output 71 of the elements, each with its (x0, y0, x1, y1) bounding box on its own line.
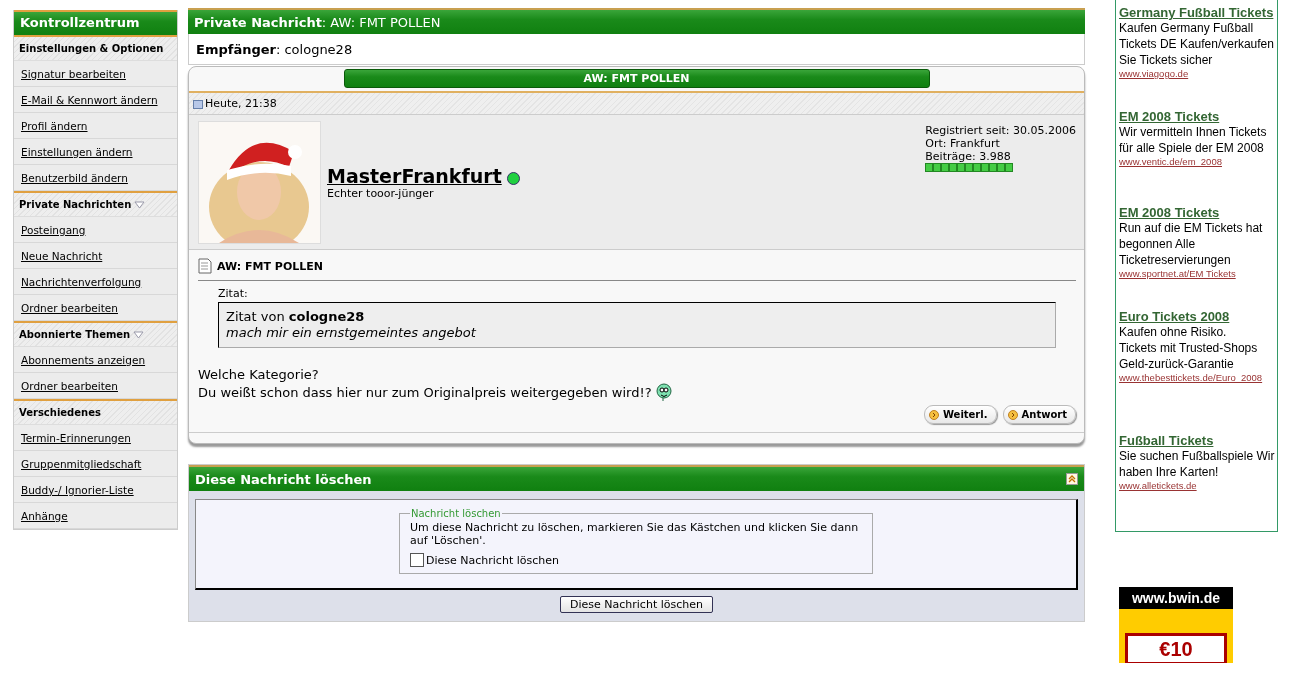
post-action-button[interactable]: Weiterl. (923, 405, 997, 424)
post-icon (193, 98, 203, 109)
ad-url-link[interactable]: www.viagogo.de (1119, 68, 1277, 79)
sidebar-group-title: Einstellungen & Optionen (19, 43, 164, 54)
ad-text: Kaufen ohne Risiko. (1119, 324, 1228, 340)
sidebar-link[interactable]: Gruppenmitgliedschaft (14, 451, 177, 477)
sidebar-title: Kontrollzentrum (14, 10, 177, 37)
message-title: AW: FMT POLLEN (343, 69, 930, 88)
sidebar-link[interactable]: Einstellungen ändern (14, 139, 177, 165)
sidebar-link[interactable]: Ordner bearbeiten (14, 373, 177, 399)
sidebar-link[interactable]: Anhänge (14, 503, 177, 529)
ad-url-link[interactable]: www.ventic.de/em_2008 (1119, 156, 1277, 167)
checkbox[interactable] (410, 553, 424, 567)
quote-text: mach mir ein ernstgemeintes angebot (226, 325, 477, 341)
user-title: Echter tooor-jünger (327, 187, 435, 200)
smiley-icon (655, 383, 672, 401)
sidebar-link[interactable]: Termin-Erinnerungen (14, 425, 177, 451)
reputation-icon (925, 163, 1014, 172)
triangle-down-icon[interactable] (134, 200, 146, 209)
recipient-text: Empfänger: cologne28 (188, 34, 1085, 65)
quote-label: Zitat: (218, 287, 249, 300)
sidebar-link[interactable]: Signatur bearbeiten (14, 61, 177, 87)
arrow-circle-icon (1007, 409, 1018, 420)
sidebar-link[interactable]: Abonnements anzeigen (14, 347, 177, 373)
instruction-text: Um diese Nachricht zu löschen, markieren Sie das Kästchen und klicken Sie dann auf 'Löschen'. (410, 521, 860, 547)
sidebar-link[interactable]: Neue Nachricht (14, 243, 177, 269)
ad-text: Sie suchen Fußballspiele Wir haben Ihre Karten! (1119, 448, 1276, 480)
ad-text: Wir vermitteln Ihnen Tickets für alle Spiele der EM 2008 (1119, 124, 1268, 156)
panel-title: Diese Nachricht löschen (195, 471, 372, 487)
arrow-circle-icon (928, 409, 939, 420)
fieldset-legend: Nachricht löschen (410, 508, 502, 519)
ad-title-link[interactable]: Fußball Tickets (1119, 433, 1277, 448)
message-text: Welche Kategorie? (198, 366, 319, 383)
document-icon (198, 258, 212, 274)
delete-button[interactable]: Diese Nachricht löschen (560, 596, 713, 613)
ad-url-link[interactable]: www.alletickets.de (1119, 480, 1277, 491)
sidebar-link[interactable]: E-Mail & Kennwort ändern (14, 87, 177, 113)
ad-title-link[interactable]: EM 2008 Tickets (1119, 205, 1277, 220)
banner-amount: €10 (1125, 633, 1227, 663)
sidebar-link[interactable]: Posteingang (14, 217, 177, 243)
quote-author: Zitat von cologne28 (226, 309, 366, 325)
ad-text: Kaufen Germany Fußball Tickets DE Kaufen/verkaufen Sie Tickets sicher (1119, 20, 1275, 68)
ad-url-link[interactable]: www.thebesttickets.de/Euro_2008 (1119, 372, 1277, 383)
message-text: Du weißt schon dass hier nur zum Originalpreis weitergegeben wird!? (198, 383, 652, 401)
sidebar-link[interactable]: Profil ändern (14, 113, 177, 139)
sidebar-link[interactable]: Nachrichtenverfolgung (14, 269, 177, 295)
message-subject: AW: FMT POLLEN (217, 259, 323, 273)
banner-site: www.bwin.de (1119, 587, 1233, 609)
post-date: Heute, 21:38 (205, 97, 277, 110)
user-info-text: Beiträge: 3.988 (925, 150, 1011, 163)
sidebar-group-title: Abonnierte Themen (19, 329, 131, 340)
ad-title-link[interactable]: Germany Fußball Tickets (1119, 5, 1277, 20)
user-info-text: Registriert seit: 30.05.2006 (925, 124, 1076, 137)
sidebar-link[interactable]: Benutzerbild ändern (14, 165, 177, 191)
sidebar-group-title: Verschiedenes (19, 407, 101, 418)
ad-title-link[interactable]: Euro Tickets 2008 (1119, 309, 1277, 324)
sidebar-group-title: Private Nachrichten (19, 199, 132, 210)
username-link[interactable]: MasterFrankfurt (327, 165, 502, 187)
banner-ad[interactable]: www.bwin.de €10 (1119, 587, 1233, 663)
collapse-icon[interactable] (1066, 473, 1078, 485)
checkbox-label: Diese Nachricht löschen (426, 553, 559, 567)
post-action-button[interactable]: Antwort (1002, 405, 1076, 424)
ad-text: Tickets mit Trusted-Shops Geld-zurück-Garantie (1119, 340, 1259, 372)
user-info-text: Ort: Frankfurt (925, 137, 1000, 150)
page-title: Private Nachricht: AW: FMT POLLEN (188, 8, 1085, 34)
triangle-down-icon[interactable] (133, 330, 145, 339)
ad-url-link[interactable]: www.sportnet.at/EM Tickets (1119, 268, 1277, 279)
ad-title-link[interactable]: EM 2008 Tickets (1119, 109, 1277, 124)
sidebar-link[interactable]: Buddy-/ Ignorier-Liste (14, 477, 177, 503)
ad-text: Run auf die EM Tickets hat begonnen Alle Ticketreservierungen (1119, 220, 1264, 268)
sidebar-link[interactable]: Ordner bearbeiten (14, 295, 177, 321)
